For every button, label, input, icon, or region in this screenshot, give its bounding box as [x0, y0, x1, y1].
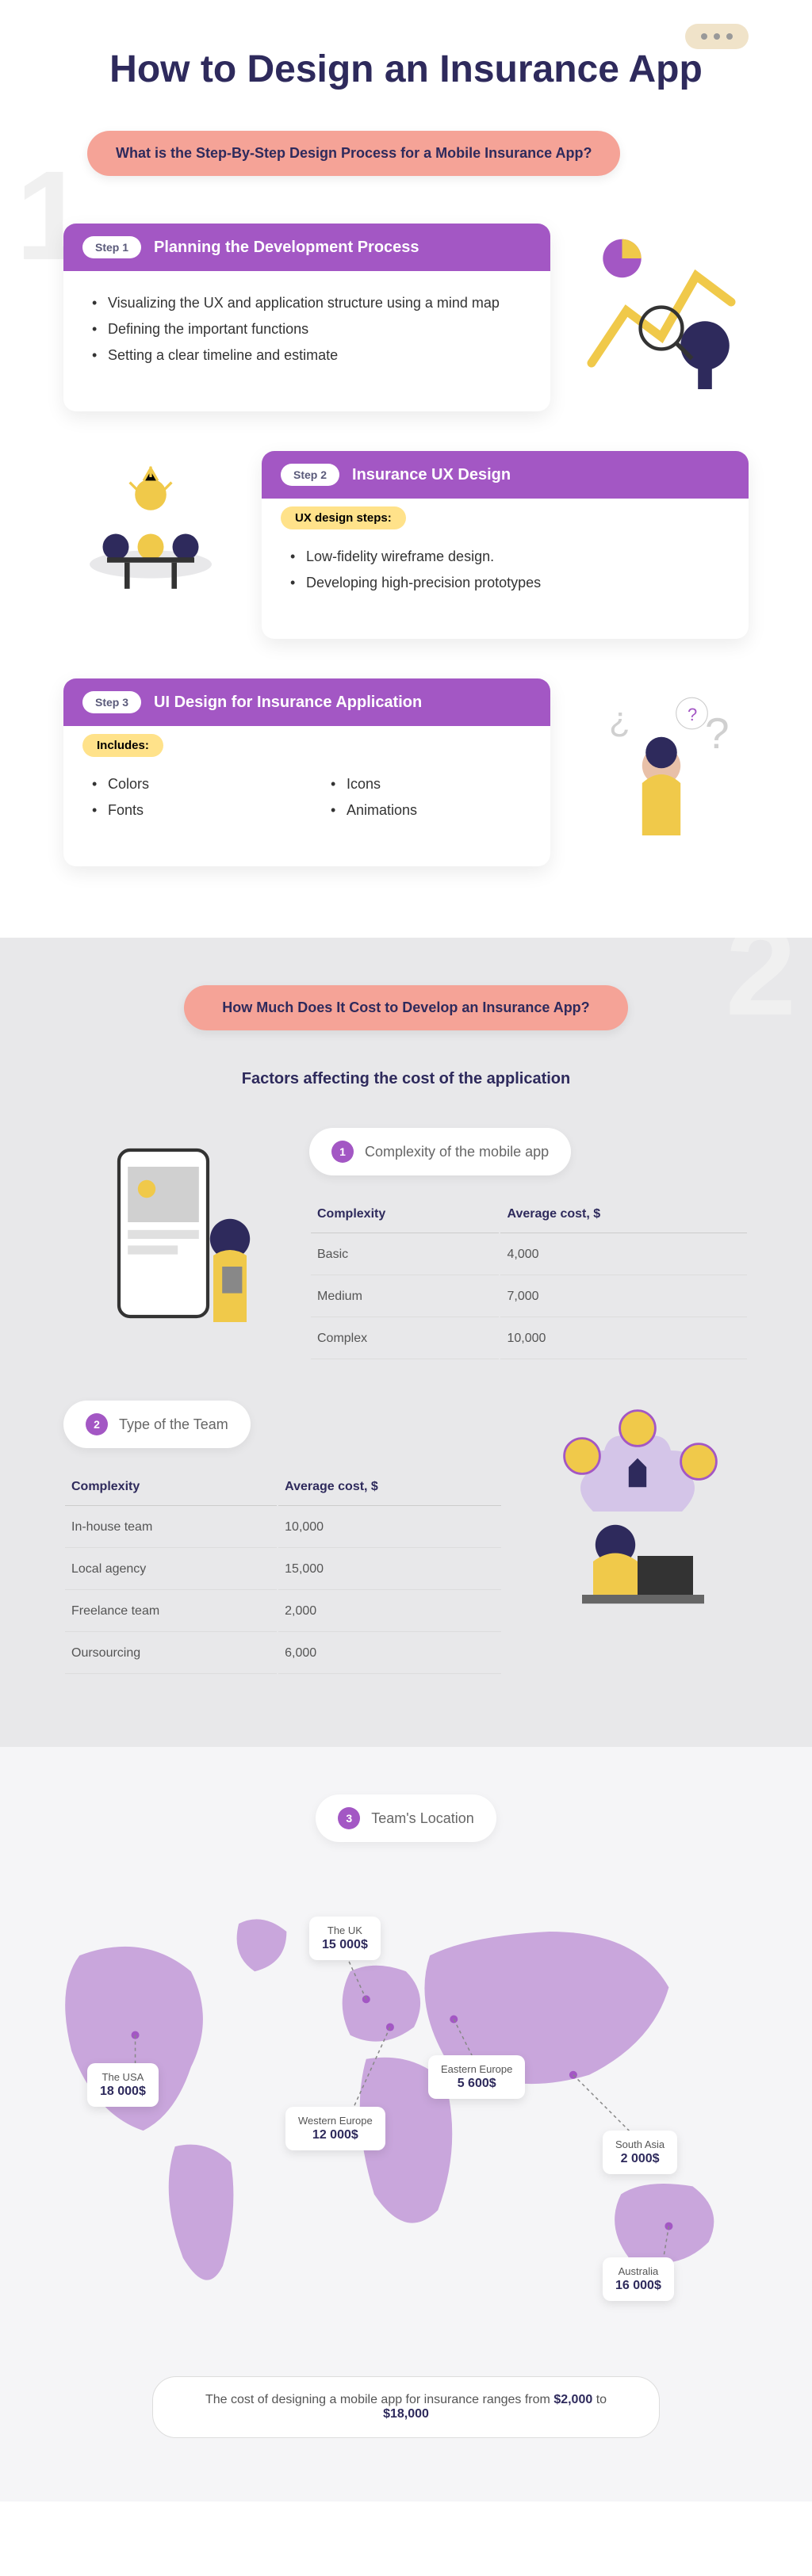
factor-2-pill: 2 Type of the Team — [63, 1401, 251, 1448]
step-3-title: UI Design for Insurance Application — [154, 694, 422, 712]
table-header: Average cost, $ — [278, 1469, 501, 1506]
svg-text:?: ? — [705, 709, 730, 758]
thinking-person-illustration: ¿ ? ? — [574, 678, 749, 853]
step-2-card: Step 2 Insurance UX Design UX design ste… — [262, 451, 749, 639]
section-number-2: 2 — [726, 938, 796, 1044]
step3-bullet: Colors — [92, 771, 283, 797]
factor-1-pill: 1 Complexity of the mobile app — [309, 1128, 571, 1175]
step-2-badge: Step 2 — [281, 464, 339, 486]
map-label-au: Australia 16 000$ — [603, 2257, 674, 2301]
table-row: Freelance team2,000 — [65, 1592, 501, 1632]
analytics-illustration — [574, 224, 749, 398]
factor-3-pill: 3 Team's Location — [316, 1794, 496, 1842]
step-3-card: Step 3 UI Design for Insurance Applicati… — [63, 678, 550, 866]
factor-1-label: Complexity of the mobile app — [365, 1144, 549, 1160]
table-row: Complex10,000 — [311, 1319, 747, 1359]
step3-bullet: Animations — [331, 797, 522, 824]
map-label-uk: The UK 15 000$ — [309, 1917, 381, 1960]
step-1-title: Planning the Development Process — [154, 239, 419, 257]
step-2-title: Insurance UX Design — [352, 466, 511, 484]
question-2: How Much Does It Cost to Develop an Insu… — [184, 985, 628, 1030]
table-header: Average cost, $ — [500, 1196, 747, 1233]
mobile-app-illustration — [63, 1128, 285, 1350]
map-label-usa: The USA 18 000$ — [87, 2063, 159, 2107]
map-label-we: Western Europe 12 000$ — [285, 2107, 385, 2150]
menu-dots-icon — [685, 24, 749, 49]
world-map: The UK 15 000$ The USA 18 000$ Western E… — [32, 1885, 780, 2345]
step2-bullet: Developing high-precision prototypes — [290, 570, 720, 596]
step3-bullet: Icons — [331, 771, 522, 797]
step1-bullet: Visualizing the UX and application struc… — [92, 290, 522, 316]
table-row: Local agency15,000 — [65, 1550, 501, 1590]
table-row: Medium7,000 — [311, 1277, 747, 1317]
factor-1-num: 1 — [331, 1141, 354, 1163]
step1-bullet: Defining the important functions — [92, 316, 522, 342]
table-row: Basic4,000 — [311, 1235, 747, 1275]
table-row: Oursourcing6,000 — [65, 1634, 501, 1674]
step-3-badge: Step 3 — [82, 691, 141, 713]
step1-bullet: Setting a clear timeline and estimate — [92, 342, 522, 369]
table-row: In-house team10,000 — [65, 1508, 501, 1548]
table-header: Complexity — [311, 1196, 499, 1233]
svg-text:¿: ¿ — [609, 700, 630, 739]
table-header: Complexity — [65, 1469, 277, 1506]
remote-team-illustration — [527, 1401, 749, 1622]
team-brainstorm-illustration — [63, 451, 238, 625]
map-label-sa: South Asia 2 000$ — [603, 2131, 677, 2174]
step3-bullet: Fonts — [92, 797, 283, 824]
factor-2-label: Type of the Team — [119, 1416, 228, 1433]
complexity-cost-table: Complexity Average cost, $ Basic4,000 Me… — [309, 1194, 749, 1361]
cost-summary: The cost of designing a mobile app for i… — [152, 2376, 660, 2438]
step-3-sublabel: Includes: — [82, 734, 163, 757]
step-1-badge: Step 1 — [82, 236, 141, 258]
map-label-ee: Eastern Europe 5 600$ — [428, 2055, 525, 2099]
factors-heading: Factors affecting the cost of the applic… — [63, 1070, 749, 1088]
svg-text:?: ? — [688, 705, 697, 724]
factor-3-num: 3 — [338, 1807, 360, 1829]
question-1: What is the Step-By-Step Design Process … — [87, 131, 620, 176]
step2-bullet: Low-fidelity wireframe design. — [290, 544, 720, 570]
factor-3-label: Team's Location — [371, 1810, 474, 1827]
step-1-card: Step 1 Planning the Development Process … — [63, 224, 550, 411]
page-title: How to Design an Insurance App — [63, 48, 749, 91]
step-2-sublabel: UX design steps: — [281, 506, 406, 529]
team-cost-table: Complexity Average cost, $ In-house team… — [63, 1467, 503, 1676]
factor-2-num: 2 — [86, 1413, 108, 1435]
